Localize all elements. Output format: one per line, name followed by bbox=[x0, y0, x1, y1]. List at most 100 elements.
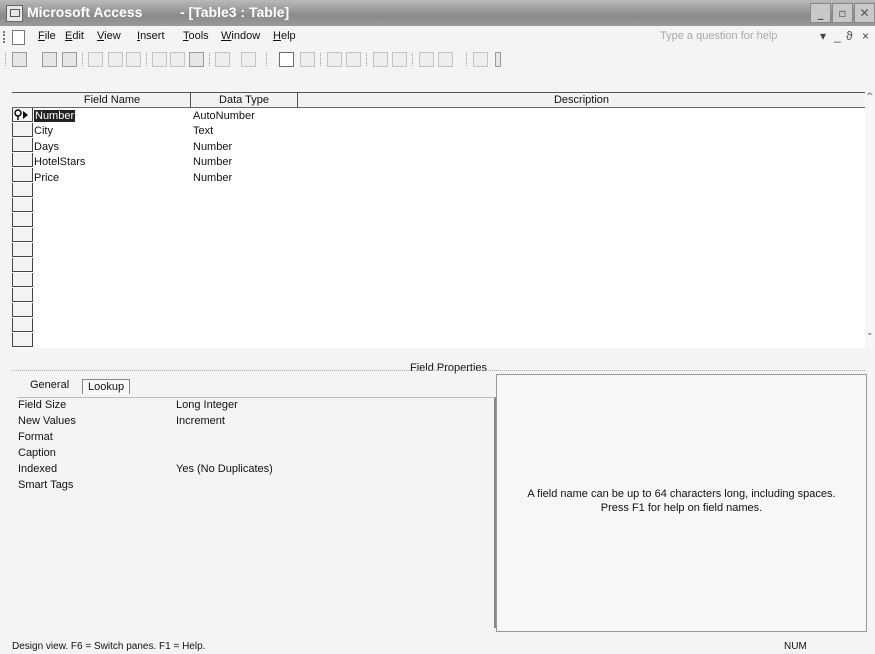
tab-general[interactable]: General bbox=[25, 378, 74, 392]
field-name-cell[interactable]: Number bbox=[34, 110, 76, 122]
maximize-button[interactable]: ▫ bbox=[832, 3, 853, 23]
scroll-up-icon[interactable]: ^ bbox=[866, 92, 874, 102]
property-value[interactable]: Yes (No Duplicates) bbox=[176, 463, 273, 475]
insert-rows-icon[interactable] bbox=[327, 52, 342, 67]
help-box-dropdown-icon[interactable]: ▾ bbox=[820, 29, 826, 43]
toolbar-separator bbox=[466, 53, 468, 66]
menu-file[interactable]: File bbox=[38, 30, 56, 42]
primary-key-icon[interactable] bbox=[279, 52, 294, 67]
menu-help[interactable]: Help bbox=[273, 30, 296, 42]
field-name-cell[interactable]: Days bbox=[34, 141, 59, 153]
menubar-grip[interactable] bbox=[3, 31, 9, 43]
property-value[interactable]: Increment bbox=[176, 415, 225, 427]
field-name-cell[interactable]: Price bbox=[34, 172, 59, 184]
row-selector[interactable] bbox=[12, 123, 33, 137]
row-selector[interactable] bbox=[12, 213, 33, 227]
toolbar-separator bbox=[209, 53, 211, 66]
properties-icon[interactable] bbox=[373, 52, 388, 67]
print-icon[interactable] bbox=[88, 52, 103, 67]
row-selector[interactable] bbox=[12, 138, 33, 152]
new-object-icon[interactable] bbox=[438, 52, 453, 67]
toolbar-separator bbox=[266, 53, 268, 66]
menu-window[interactable]: Window bbox=[221, 30, 260, 42]
row-selector[interactable] bbox=[12, 228, 33, 242]
field-name-cell[interactable]: HotelStars bbox=[34, 156, 85, 168]
save-icon[interactable] bbox=[42, 52, 57, 67]
file-search-icon[interactable] bbox=[62, 52, 77, 67]
delete-rows-icon[interactable] bbox=[346, 52, 361, 67]
view-icon[interactable] bbox=[12, 52, 27, 67]
row-selector[interactable] bbox=[12, 168, 33, 182]
table-design-toolbar bbox=[0, 48, 875, 72]
help-line: A field name can be up to 64 characters … bbox=[527, 488, 836, 500]
row-selector[interactable] bbox=[12, 288, 33, 302]
copy-icon[interactable] bbox=[170, 52, 185, 67]
row-selector[interactable] bbox=[12, 198, 33, 212]
header-description[interactable]: Description bbox=[298, 94, 865, 106]
row-selector[interactable] bbox=[12, 183, 33, 197]
field-name-cell[interactable]: City bbox=[34, 125, 53, 137]
property-value[interactable]: Long Integer bbox=[176, 399, 238, 411]
row-selector[interactable] bbox=[12, 303, 33, 317]
doc-close-button[interactable]: × bbox=[862, 29, 869, 43]
tab-lookup[interactable]: Lookup bbox=[82, 379, 131, 394]
data-type-cell[interactable]: Text bbox=[193, 125, 213, 137]
doc-minimize-button[interactable]: _ bbox=[834, 29, 841, 43]
paste-icon[interactable] bbox=[189, 52, 204, 67]
help-icon[interactable] bbox=[473, 52, 488, 67]
menu-edit[interactable]: Edit bbox=[65, 30, 84, 42]
row-selector[interactable] bbox=[12, 108, 33, 122]
toolbar-separator bbox=[320, 53, 322, 66]
build-icon[interactable] bbox=[392, 52, 407, 67]
close-button[interactable]: ✕ bbox=[854, 3, 875, 23]
menu-insert[interactable]: Insert bbox=[137, 30, 165, 42]
row-selector[interactable] bbox=[12, 318, 33, 332]
property-label: Field Size bbox=[18, 399, 67, 411]
document-title: - [Table3 : Table] bbox=[180, 4, 290, 20]
print-preview-icon[interactable] bbox=[108, 52, 123, 67]
property-label: Smart Tags bbox=[18, 479, 74, 491]
table-window-icon[interactable] bbox=[12, 30, 25, 45]
menu-bar: File Edit View Insert Tools Window Help … bbox=[0, 27, 875, 47]
toolbar-separator bbox=[366, 53, 368, 66]
doc-restore-button[interactable]: ϑ bbox=[846, 29, 853, 43]
spelling-icon[interactable] bbox=[126, 52, 141, 67]
title-bar: Microsoft Access - [Table3 : Table] _ ▫ … bbox=[0, 0, 875, 26]
data-type-cell[interactable]: AutoNumber bbox=[193, 110, 255, 122]
row-selector[interactable] bbox=[12, 153, 33, 167]
data-type-cell[interactable]: Number bbox=[193, 172, 232, 184]
row-selector[interactable] bbox=[12, 243, 33, 257]
header-data-type[interactable]: Data Type bbox=[191, 94, 297, 106]
header-field-name[interactable]: Field Name bbox=[34, 94, 190, 106]
menu-view[interactable]: View bbox=[97, 30, 121, 42]
scroll-down-icon[interactable]: ⌄ bbox=[866, 328, 874, 338]
toolbar-options-icon[interactable] bbox=[495, 52, 501, 67]
data-type-cell[interactable]: Number bbox=[193, 156, 232, 168]
property-label: Format bbox=[18, 431, 53, 443]
row-selector[interactable] bbox=[12, 258, 33, 272]
field-definition-grid: Field Name Data Type Description Number … bbox=[12, 92, 865, 348]
ask-question-box[interactable]: Type a question for help bbox=[660, 30, 777, 42]
row-selector[interactable] bbox=[12, 333, 33, 347]
row-selector-column bbox=[12, 108, 33, 348]
toolbar-separator bbox=[146, 53, 148, 66]
database-window-icon[interactable] bbox=[419, 52, 434, 67]
num-lock-indicator: NUM bbox=[784, 641, 807, 652]
undo-icon[interactable] bbox=[215, 52, 230, 67]
pane-divider[interactable] bbox=[12, 370, 865, 371]
access-app-icon[interactable] bbox=[6, 5, 23, 22]
cut-icon[interactable] bbox=[152, 52, 167, 67]
property-label: Caption bbox=[18, 447, 56, 459]
help-pane: A field name can be up to 64 characters … bbox=[496, 374, 867, 632]
row-selector[interactable] bbox=[12, 273, 33, 287]
toolbar-grip[interactable] bbox=[5, 53, 7, 66]
menu-tools[interactable]: Tools bbox=[183, 30, 209, 42]
minimize-button[interactable]: _ bbox=[810, 3, 831, 23]
data-type-cell[interactable]: Number bbox=[193, 141, 232, 153]
grid-vertical-scrollbar[interactable]: ^ ⌄ bbox=[865, 92, 875, 347]
redo-icon[interactable] bbox=[241, 52, 256, 67]
grid-header: Field Name Data Type Description bbox=[12, 93, 865, 108]
field-properties-label: Field Properties bbox=[410, 362, 488, 374]
indexes-icon[interactable] bbox=[300, 52, 315, 67]
property-label: Indexed bbox=[18, 463, 58, 475]
